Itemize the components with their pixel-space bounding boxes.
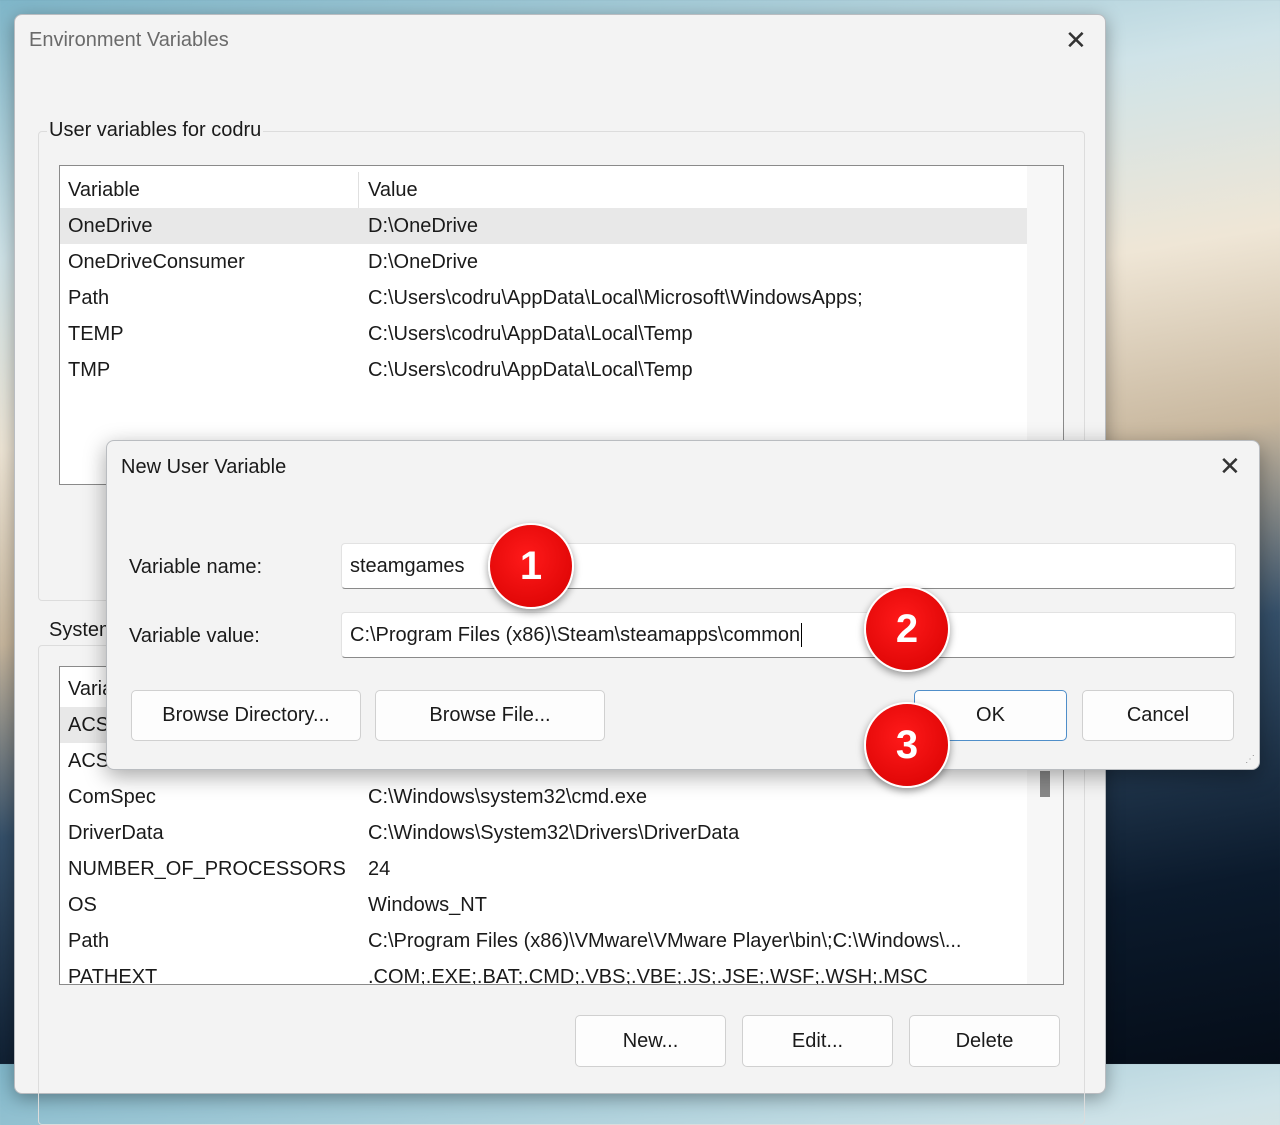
browse-file-button[interactable]: Browse File...	[375, 690, 605, 741]
variable-name-value: steamgames	[350, 554, 465, 577]
table-row[interactable]: OneDrive D:\OneDrive	[60, 208, 1027, 244]
close-icon[interactable]: ✕	[1065, 27, 1087, 53]
text-caret	[801, 623, 803, 647]
user-variables-list[interactable]: Variable Value OneDrive D:\OneDrive OneDri…	[59, 165, 1064, 485]
window-title: Environment Variables	[29, 29, 229, 51]
variable-name: TEMP	[68, 322, 124, 345]
table-row[interactable]: TMP C:\Users\codru\AppData\Local\Temp	[60, 352, 1027, 388]
variable-name: NUMBER_OF_PROCESSORS	[68, 857, 346, 880]
new-button[interactable]: New...	[575, 1015, 726, 1067]
scrollbar-thumb[interactable]	[1040, 771, 1050, 797]
variable-name: ACS	[68, 749, 110, 772]
table-row[interactable]: OS Windows_NT	[60, 887, 1027, 923]
table-row[interactable]: Path C:\Program Files (x86)\VMware\VMware…	[60, 923, 1027, 959]
variable-value: .COM;.EXE;.BAT;.CMD;.VBS;.VBE;.JS;.JSE;.…	[368, 965, 928, 985]
step-badge-1: 1	[488, 523, 574, 609]
table-row[interactable]: TEMP C:\Users\codru\AppData\Local\Temp	[60, 316, 1027, 352]
edit-button[interactable]: Edit...	[742, 1015, 893, 1067]
column-value[interactable]: Value	[368, 179, 418, 202]
variable-value-label: Variable value:	[129, 625, 260, 647]
variable-value-input[interactable]: C:\Program Files (x86)\Steam\steamapps\c…	[341, 612, 1236, 658]
table-row[interactable]: ComSpec C:\Windows\system32\cmd.exe	[60, 779, 1027, 815]
variable-name: ACS	[68, 713, 110, 736]
browse-directory-button[interactable]: Browse Directory...	[131, 690, 361, 741]
variable-name: Path	[68, 929, 110, 952]
delete-button[interactable]: Delete	[909, 1015, 1060, 1067]
step-badge-2: 2	[864, 586, 950, 672]
variable-name: TMP	[68, 358, 111, 381]
variable-value: D:\OneDrive	[368, 214, 479, 237]
user-variables-label: User variables for codru	[47, 119, 264, 142]
column-variable[interactable]: Variable	[68, 179, 140, 202]
variable-value: C:\Program Files (x86)\VMware\VMware Pla…	[368, 929, 962, 952]
variable-name: DriverData	[68, 821, 164, 844]
variable-name: OneDriveConsumer	[68, 250, 245, 273]
scrollbar[interactable]	[1027, 166, 1063, 484]
variable-name: Path	[68, 286, 110, 309]
variable-name-label: Variable name:	[129, 556, 263, 578]
step-badge-3: 3	[864, 702, 950, 788]
dialog-title: New User Variable	[121, 456, 287, 478]
variable-value: C:\Users\codru\AppData\Local\Microsoft\W…	[368, 286, 863, 309]
table-row[interactable]: DriverData C:\Windows\System32\Drivers\Dr…	[60, 815, 1027, 851]
variable-value: C:\Users\codru\AppData\Local\Temp	[368, 322, 693, 345]
close-icon[interactable]: ✕	[1219, 453, 1241, 479]
variable-value: C:\Windows\System32\Drivers\DriverData	[368, 821, 740, 844]
cancel-button[interactable]: Cancel	[1082, 690, 1234, 741]
variable-value-value: C:\Program Files (x86)\Steam\steamapps\c…	[350, 623, 801, 646]
variable-name: OS	[68, 893, 97, 916]
variable-value: Windows_NT	[368, 893, 487, 916]
variable-value: D:\OneDrive	[368, 250, 479, 273]
list-header: Variable Value	[60, 172, 1027, 208]
table-row[interactable]: PATHEXT .COM;.EXE;.BAT;.CMD;.VBS;.VBE;.JS…	[60, 959, 1027, 985]
variable-value: 24	[368, 857, 391, 880]
table-row[interactable]: Path C:\Users\codru\AppData\Local\Microso…	[60, 280, 1027, 316]
variable-value: C:\Windows\system32\cmd.exe	[368, 785, 647, 808]
table-row[interactable]: OneDriveConsumer D:\OneDrive	[60, 244, 1027, 280]
variable-name: ComSpec	[68, 785, 156, 808]
variable-name: OneDrive	[68, 214, 153, 237]
variable-name: PATHEXT	[68, 965, 158, 985]
variable-name-input[interactable]: steamgames	[341, 543, 1236, 589]
resize-grip-icon[interactable]: ⋰	[1245, 754, 1255, 765]
new-user-variable-dialog: New User Variable ✕ Variable name: steam…	[106, 440, 1260, 770]
variable-value: C:\Users\codru\AppData\Local\Temp	[368, 358, 693, 381]
table-row[interactable]: NUMBER_OF_PROCESSORS 24	[60, 851, 1027, 887]
